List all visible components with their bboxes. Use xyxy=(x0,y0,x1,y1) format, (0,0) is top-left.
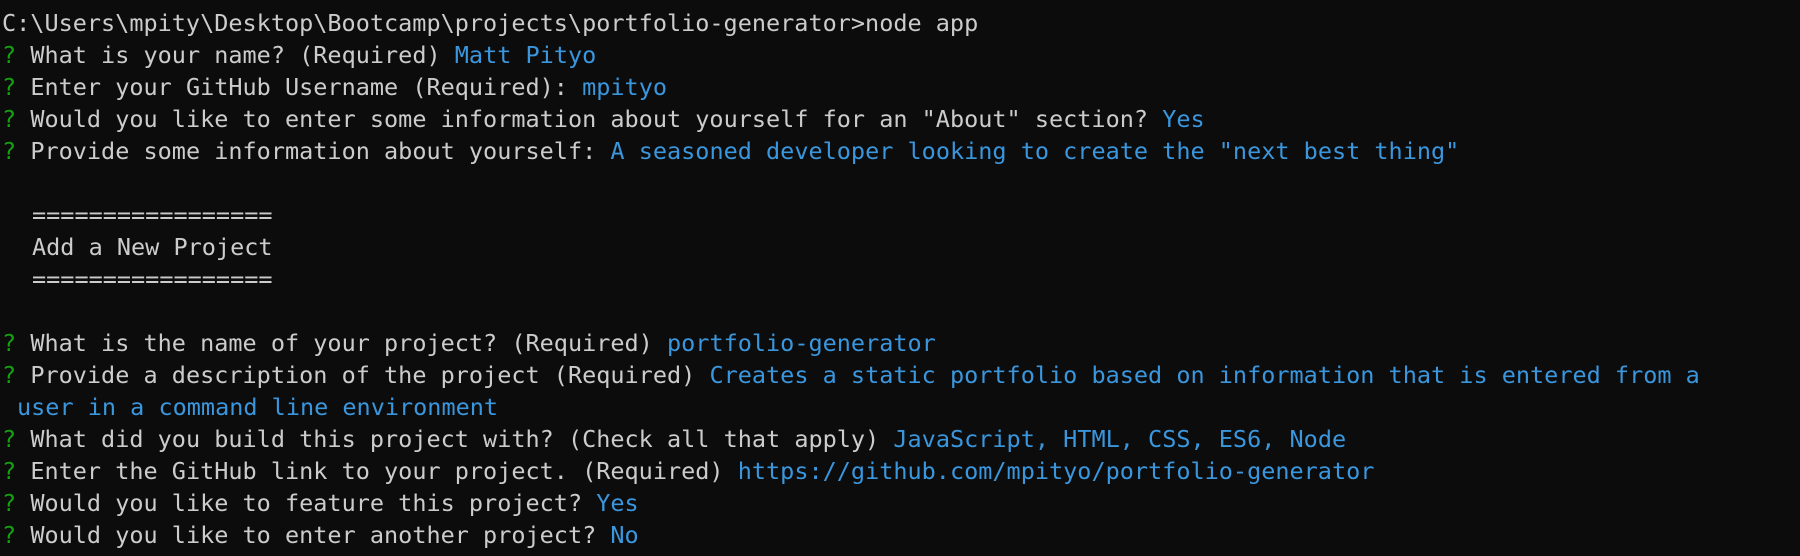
prompt-line: ? What is the name of your project? (Req… xyxy=(2,327,1800,359)
answer-text: Yes xyxy=(596,489,639,517)
banner-rule-top: ================= xyxy=(2,199,1800,231)
answer-text: Matt Pityo xyxy=(454,41,597,69)
prompt-line: ? What did you build this project with? … xyxy=(2,423,1800,455)
terminal-output[interactable]: C:\Users\mpity\Desktop\Bootcamp\projects… xyxy=(2,7,1800,556)
prompt-marker: ? xyxy=(2,489,17,517)
prompt-marker: ? xyxy=(2,137,17,165)
question-text: Enter the GitHub link to your project. (… xyxy=(30,457,724,485)
prompt-line: ? Enter your GitHub Username (Required):… xyxy=(2,71,1800,103)
banner-title-line: Add a New Project xyxy=(2,231,1800,263)
question-text: Provide a description of the project (Re… xyxy=(30,361,696,389)
question-text: Would you like to feature this project? xyxy=(30,489,583,517)
prompt-marker: ? xyxy=(2,361,17,389)
prompt-line: ? Would you like to enter some informati… xyxy=(2,103,1800,135)
question-text: What is your name? (Required) xyxy=(30,41,441,69)
answer-text: https://github.com/mpityo/portfolio-gene… xyxy=(737,457,1375,485)
prompt-marker: ? xyxy=(2,105,17,133)
prompt-marker: ? xyxy=(2,329,17,357)
prompt-line: ? Would you like to feature this project… xyxy=(2,487,1800,519)
answer-text: No xyxy=(610,521,639,549)
answer-continuation-line: user in a command line environment xyxy=(2,391,1800,423)
answer-text: portfolio-generator xyxy=(667,329,936,357)
banner-rule: ================= xyxy=(32,201,273,229)
answer-text: Yes xyxy=(1162,105,1205,133)
prompt-line: ? Provide some information about yoursel… xyxy=(2,135,1800,167)
command-line: C:\Users\mpity\Desktop\Bootcamp\projects… xyxy=(2,7,1800,39)
prompt-line: ? Would you like to enter another projec… xyxy=(2,519,1800,551)
answer-text: JavaScript, HTML, CSS, ES6, Node xyxy=(893,425,1347,453)
banner-rule: ================= xyxy=(32,265,273,293)
prompt-line: ? Provide a description of the project (… xyxy=(2,359,1800,391)
answer-text: mpityo xyxy=(582,73,667,101)
question-text: Would you like to enter another project? xyxy=(30,521,597,549)
prompt-marker: ? xyxy=(2,457,17,485)
question-text: What did you build this project with? (C… xyxy=(30,425,880,453)
prompt-line: ? Enter the GitHub link to your project.… xyxy=(2,455,1800,487)
answer-text-continued: user in a command line environment xyxy=(17,393,499,421)
question-text: Enter your GitHub Username (Required): xyxy=(30,73,568,101)
prompt-marker: ? xyxy=(2,521,17,549)
prompt-marker: ? xyxy=(2,425,17,453)
question-text: What is the name of your project? (Requi… xyxy=(30,329,653,357)
command-text: C:\Users\mpity\Desktop\Bootcamp\projects… xyxy=(2,9,979,37)
banner-title: Add a New Project xyxy=(32,233,273,261)
banner-rule-bottom: ================= xyxy=(2,263,1800,295)
question-text: Would you like to enter some information… xyxy=(30,105,1149,133)
question-text: Provide some information about yourself: xyxy=(30,137,597,165)
answer-text: Creates a static portfolio based on info… xyxy=(709,361,1700,389)
prompt-marker: ? xyxy=(2,41,17,69)
prompt-line: ? What is your name? (Required) Matt Pit… xyxy=(2,39,1800,71)
prompt-marker: ? xyxy=(2,73,17,101)
answer-text: A seasoned developer looking to create t… xyxy=(610,137,1460,165)
